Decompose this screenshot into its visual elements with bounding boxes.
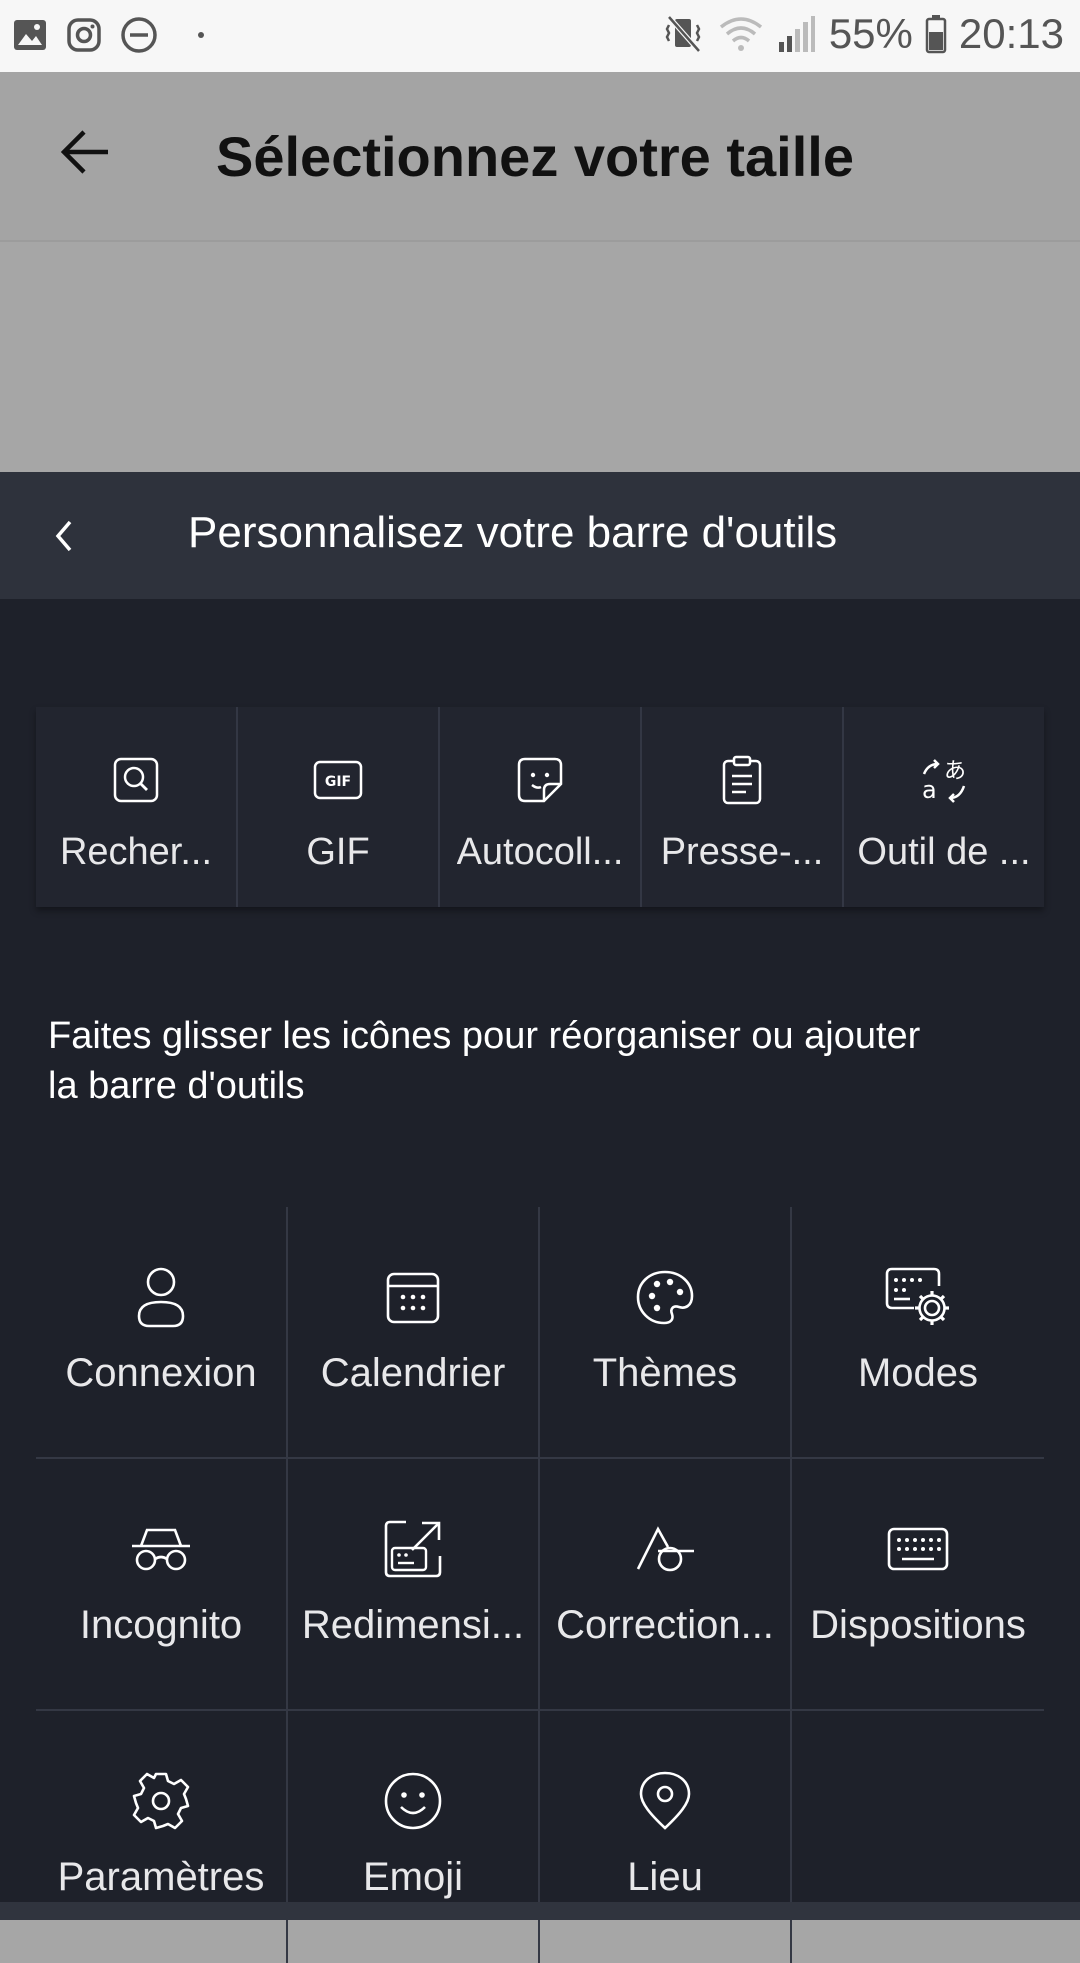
tool-incognito[interactable]: Incognito — [36, 1459, 288, 1711]
tool-layouts[interactable]: Dispositions — [792, 1459, 1044, 1711]
tool-label: Connexion — [65, 1351, 257, 1395]
svg-text:あ: あ — [944, 759, 966, 784]
app-header: Sélectionnez votre taille — [0, 72, 1080, 242]
battery-percent: 55% — [828, 10, 913, 57]
bottom-edge — [0, 1902, 1080, 1920]
app-background: Sélectionnez votre taille — [0, 72, 1080, 472]
tool-autocorrect[interactable]: Correction... — [540, 1459, 792, 1711]
sticker-icon — [516, 753, 564, 807]
do-not-disturb-icon — [120, 16, 158, 54]
back-arrow-icon[interactable] — [58, 128, 112, 176]
incognito-icon — [129, 1517, 193, 1581]
tool-calendrier[interactable]: Calendrier — [288, 1207, 540, 1459]
toolbar-item-label: Autocoll... — [456, 831, 624, 873]
calendar-icon — [385, 1265, 441, 1329]
tool-themes[interactable]: Thèmes — [540, 1207, 792, 1459]
battery-icon — [925, 14, 947, 54]
tool-settings[interactable]: Paramètres — [36, 1711, 288, 1963]
gif-icon: GIF — [313, 753, 363, 807]
instructions-text: Faites glisser les icônes pour réorganis… — [48, 1015, 921, 1107]
resize-icon — [382, 1517, 444, 1581]
user-icon — [136, 1265, 186, 1329]
wifi-icon — [717, 13, 765, 55]
vibrate-mute-icon — [663, 13, 705, 55]
emoji-icon — [383, 1769, 443, 1833]
search-icon — [112, 753, 160, 807]
tool-label: Redimensi... — [301, 1603, 525, 1647]
gear-icon — [131, 1769, 191, 1833]
tool-label: Modes — [857, 1351, 979, 1395]
toolbar-strip: Recher... GIF GIF Autocoll... Presse-...… — [36, 707, 1044, 907]
signal-icon — [777, 14, 817, 54]
instagram-icon — [66, 17, 102, 53]
tool-label: Paramètres — [57, 1855, 265, 1899]
translate-icon: aあ — [918, 753, 970, 807]
status-bar: 55% 20:13 — [0, 0, 1080, 72]
tool-label: Dispositions — [810, 1603, 1026, 1647]
keyboard-settings-icon — [884, 1265, 952, 1329]
svg-text:a: a — [922, 776, 937, 804]
tool-label: Correction... — [556, 1603, 774, 1647]
available-tools-grid: Connexion Calendrier Thèmes Modes Incogn… — [36, 1207, 1044, 1963]
gallery-icon — [12, 17, 48, 53]
tool-emoji[interactable]: Emoji — [288, 1711, 540, 1963]
toolbar-item-clipboard[interactable]: Presse-... — [642, 707, 844, 907]
chevron-left-icon[interactable] — [50, 516, 78, 556]
panel-header: Personnalisez votre barre d'outils — [0, 472, 1080, 599]
toolbar-item-label: Outil de ... — [857, 831, 1031, 873]
toolbar-item-gif[interactable]: GIF GIF — [238, 707, 440, 907]
panel-title: Personnalisez votre barre d'outils — [188, 508, 838, 557]
tool-location[interactable]: Lieu — [540, 1711, 792, 1963]
status-bar-right: 55% 20:13 — [663, 10, 1064, 58]
status-bar-left — [12, 16, 204, 54]
tool-resize[interactable]: Redimensi... — [288, 1459, 540, 1711]
toolbar-item-search[interactable]: Recher... — [36, 707, 238, 907]
tool-label: Thèmes — [592, 1351, 738, 1395]
tool-modes[interactable]: Modes — [792, 1207, 1044, 1459]
page-title: Sélectionnez votre taille — [216, 125, 854, 188]
toolbar-item-label: Presse-... — [660, 831, 824, 873]
location-icon — [638, 1769, 692, 1833]
keyboard-icon — [886, 1517, 950, 1581]
palette-icon — [635, 1265, 695, 1329]
toolbar-item-label: Recher... — [59, 831, 213, 873]
tool-label: Lieu — [627, 1855, 703, 1899]
empty-slot — [792, 1711, 1044, 1963]
notification-dot — [198, 32, 204, 38]
clock: 20:13 — [958, 10, 1064, 57]
clipboard-icon — [720, 753, 764, 807]
tool-connexion[interactable]: Connexion — [36, 1207, 288, 1459]
tool-label: Incognito — [79, 1603, 243, 1647]
svg-text:GIF: GIF — [325, 774, 351, 790]
panel-body: Recher... GIF GIF Autocoll... Presse-...… — [0, 599, 1080, 1963]
autocorrect-icon — [634, 1517, 696, 1581]
toolbar-item-stickers[interactable]: Autocoll... — [440, 707, 642, 907]
toolbar-item-label: GIF — [306, 831, 370, 873]
toolbar-item-translate[interactable]: aあ Outil de ... — [844, 707, 1044, 907]
tool-label: Emoji — [362, 1855, 464, 1899]
tool-label: Calendrier — [320, 1351, 506, 1395]
